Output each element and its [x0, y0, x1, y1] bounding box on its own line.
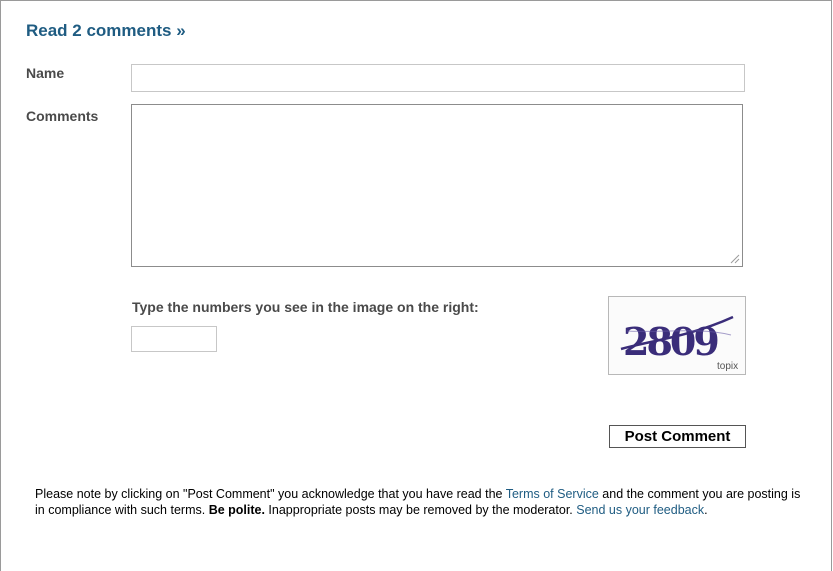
captcha-digits: 2809	[623, 319, 718, 364]
name-label: Name	[26, 65, 65, 81]
terms-of-service-link[interactable]: Terms of Service	[506, 487, 599, 501]
captcha-brand: topix	[717, 361, 738, 372]
feedback-link[interactable]: Send us your feedback	[576, 503, 704, 517]
resize-grip-icon[interactable]	[730, 254, 740, 264]
captcha-image: 2809 topix	[608, 296, 746, 375]
terms-notice: Please note by clicking on "Post Comment…	[35, 487, 801, 517]
post-comment-button[interactable]: Post Comment	[609, 425, 746, 448]
comments-label: Comments	[26, 108, 99, 124]
captcha-prompt: Type the numbers you see in the image on…	[132, 299, 479, 315]
be-polite-text: Be polite.	[208, 503, 265, 517]
captcha-graphic: 2809 topix	[620, 315, 738, 372]
name-field[interactable]	[131, 64, 745, 92]
comments-textarea[interactable]	[131, 104, 743, 267]
captcha-input[interactable]	[131, 326, 217, 352]
read-comments-link[interactable]: Read 2 comments »	[26, 21, 186, 41]
